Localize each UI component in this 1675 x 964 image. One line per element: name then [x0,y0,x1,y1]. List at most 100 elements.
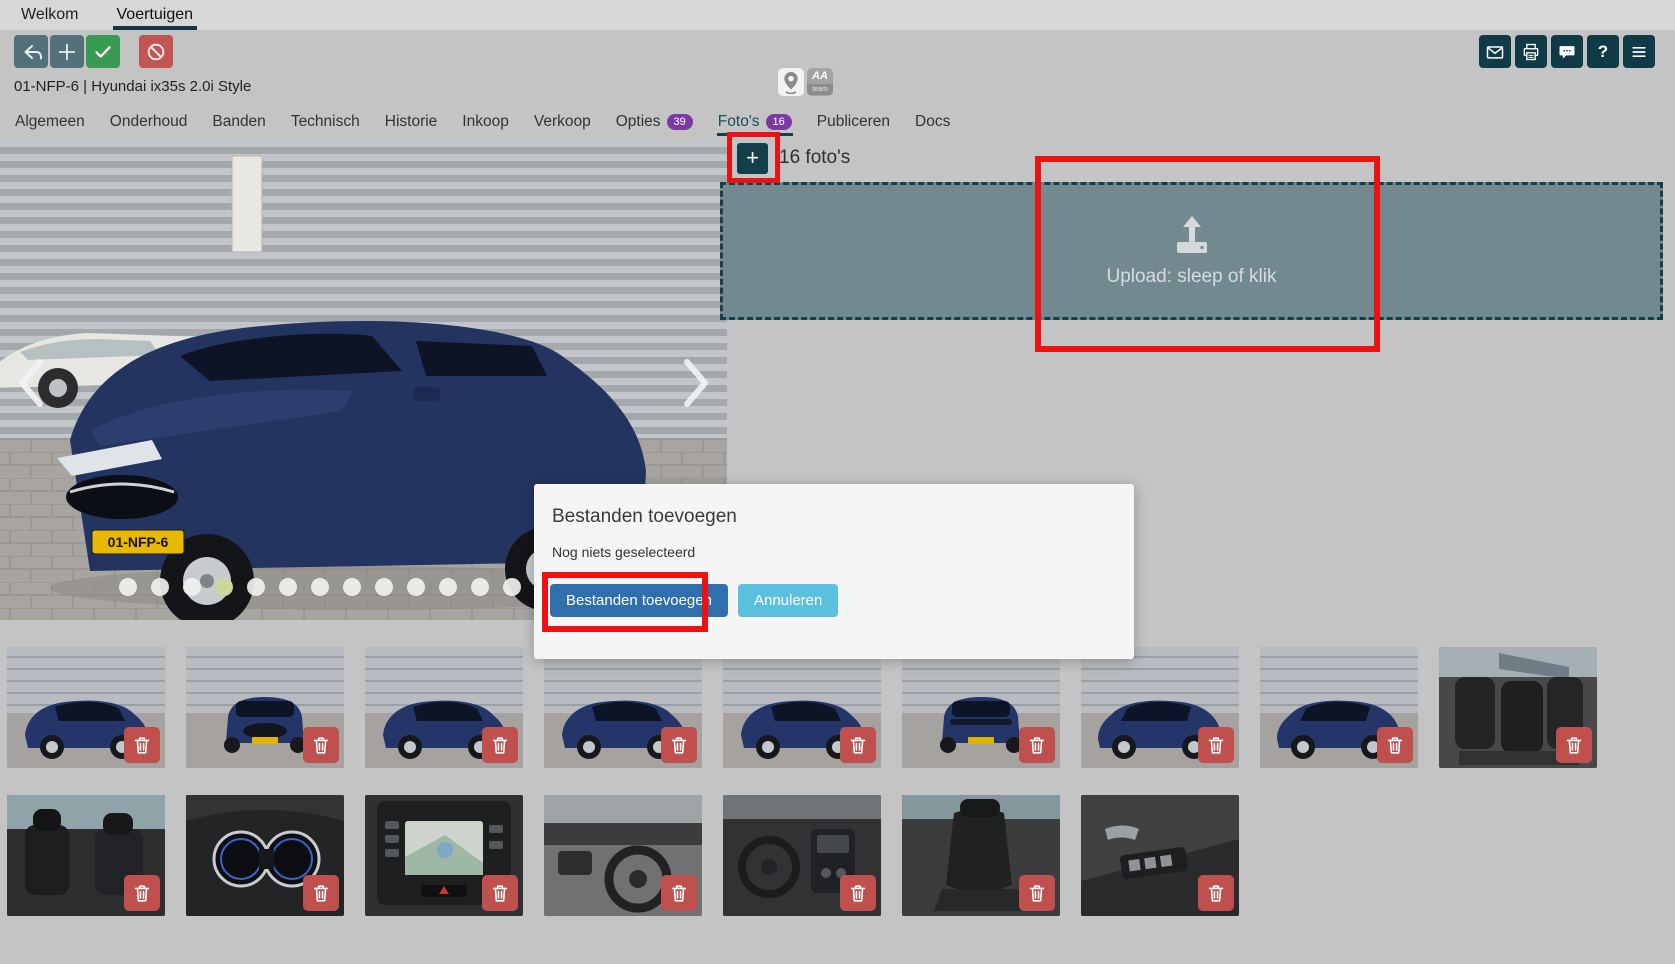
photo-thumbnail-int-console[interactable] [723,795,881,916]
trash-icon [847,734,869,756]
carousel-dot[interactable] [215,578,233,596]
back-button[interactable] [14,35,48,68]
photo-count-label: 16 foto's [779,147,850,169]
photo-thumbnail-int-nav[interactable] [365,795,523,916]
delete-photo-button[interactable] [124,727,160,763]
photo-thumbnail-ext-angle-right[interactable] [1260,647,1418,768]
carousel-dot[interactable] [279,578,297,596]
delete-photo-button[interactable] [1019,727,1055,763]
delete-photo-button[interactable] [482,875,518,911]
photo-thumbnail-int-gauges[interactable] [186,795,344,916]
menu-button[interactable] [1623,35,1655,68]
carousel-dot[interactable] [119,578,137,596]
delete-photo-button[interactable] [482,727,518,763]
delete-photo-button[interactable] [1377,727,1413,763]
tab-foto-s[interactable]: Foto's 16 [717,108,793,136]
carousel-dot[interactable] [439,578,457,596]
trash-icon [489,734,511,756]
trash-icon [1384,734,1406,756]
aa-team-icon[interactable]: AA team [807,68,833,96]
trash-icon [668,882,690,904]
upload-icon [1169,214,1215,256]
carousel-dot[interactable] [471,578,489,596]
tab-badge: 16 [766,114,792,130]
photo-thumbnail-ext-angle-left[interactable] [544,647,702,768]
carousel-dot[interactable] [151,578,169,596]
delete-photo-button[interactable] [661,727,697,763]
carousel-dot[interactable] [407,578,425,596]
photo-thumbnail-ext-side-left[interactable] [365,647,523,768]
tab-verkoop[interactable]: Verkoop [533,108,592,136]
delete-photo-button[interactable] [303,875,339,911]
mail-button[interactable] [1479,35,1511,68]
delete-photo-button[interactable] [840,727,876,763]
carousel-dot[interactable] [247,578,265,596]
add-vehicle-button[interactable] [50,35,84,68]
carousel-dot[interactable] [375,578,393,596]
add-files-dialog: Bestanden toevoegen Nog niets geselectee… [534,484,1134,659]
tab-banden[interactable]: Banden [211,108,266,136]
photo-thumbnail-int-door[interactable] [1081,795,1239,916]
tab-welkom[interactable]: Welkom [17,0,83,30]
tab-label: Historie [385,113,438,131]
tab-voertuigen[interactable]: Voertuigen [113,0,198,30]
cancel-button[interactable]: Annuleren [738,584,838,617]
tab-historie[interactable]: Historie [384,108,439,136]
menu-icon [1629,42,1649,62]
delete-photo-button[interactable] [840,875,876,911]
tab-label: Foto's [718,113,760,131]
photo-thumbnail-ext-rear-angle-left[interactable] [723,647,881,768]
tab-badge: 39 [667,114,693,130]
help-icon: ? [1598,42,1608,62]
photo-thumbnail-ext-angle-left[interactable] [7,647,165,768]
delete-photo-button[interactable] [303,727,339,763]
tab-algemeen[interactable]: Algemeen [14,108,86,136]
plus-icon [56,41,78,63]
delete-photo-button[interactable] [124,875,160,911]
tab-inkoop[interactable]: Inkoop [461,108,510,136]
tab-technisch[interactable]: Technisch [290,108,361,136]
plus-icon: + [746,145,759,170]
tab-opties[interactable]: Opties 39 [615,108,694,136]
delete-photo-button[interactable] [1556,727,1592,763]
dialog-title: Bestanden toevoegen [552,506,737,528]
chat-icon [1557,42,1577,62]
carousel-dot[interactable] [503,578,521,596]
carousel-dot[interactable] [183,578,201,596]
add-photo-button[interactable]: + [737,143,768,174]
location-pin-icon[interactable] [778,68,804,96]
photo-thumbnail-int-seat[interactable] [902,795,1060,916]
tab-label: Opties [616,113,661,131]
photo-thumbnail-int-front-seats[interactable] [7,795,165,916]
upload-dropzone[interactable]: Upload: sleep of klik [720,182,1663,320]
trash-icon [131,882,153,904]
tab-publiceren[interactable]: Publiceren [816,108,891,136]
delete-photo-button[interactable] [1198,875,1234,911]
block-button[interactable] [139,35,173,68]
print-button[interactable] [1515,35,1547,68]
trash-icon [1205,882,1227,904]
delete-photo-button[interactable] [1019,875,1055,911]
add-files-button[interactable]: Bestanden toevoegen [550,584,728,617]
photo-thumbnail-ext-rear[interactable] [902,647,1060,768]
vehicle-title: 01-NFP-6 | Hyundai ix35s 2.0i Style [14,78,251,95]
photo-thumbnail-ext-front[interactable] [186,647,344,768]
tab-onderhoud[interactable]: Onderhoud [109,108,189,136]
carousel-dot[interactable] [311,578,329,596]
license-plate: 01-NFP-6 [108,534,169,550]
photo-thumbnail-int-rear-seats[interactable] [1439,647,1597,768]
tab-label: Banden [212,113,265,131]
thumbnail-row-2 [7,795,1239,916]
app-window: Welkom Voertuigen ? 01-NFP-6 | Hyundai i… [0,0,1675,964]
photo-thumbnail-ext-rear-angle-right[interactable] [1081,647,1239,768]
tab-docs[interactable]: Docs [914,108,951,136]
carousel-dot[interactable] [343,578,361,596]
delete-photo-button[interactable] [1198,727,1234,763]
chat-button[interactable] [1551,35,1583,68]
help-button[interactable]: ? [1587,35,1619,68]
delete-photo-button[interactable] [661,875,697,911]
tab-voertuigen-label: Voertuigen [117,6,194,24]
confirm-button[interactable] [86,35,120,68]
photo-thumbnail-int-dash[interactable] [544,795,702,916]
tab-welkom-label: Welkom [21,6,79,24]
